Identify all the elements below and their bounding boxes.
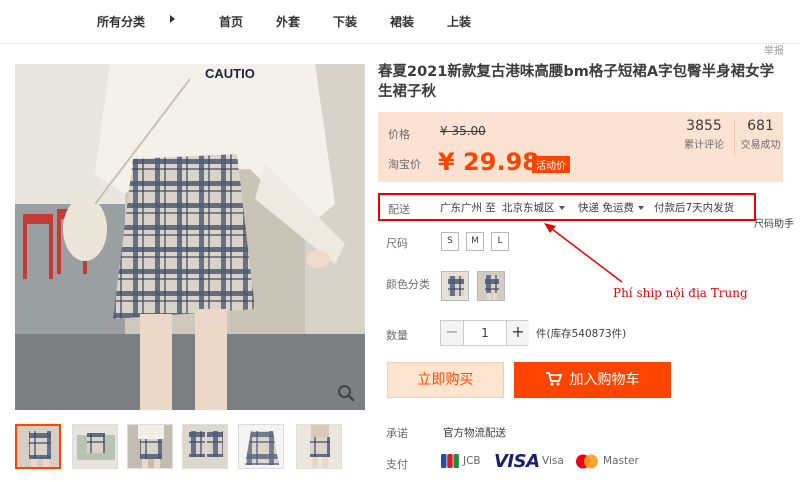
jcb-logo-icon [441, 454, 459, 468]
stock-text: 件(库存540873件) [536, 328, 627, 340]
deals-label: 交易成功 [740, 140, 781, 151]
price-label: 价格 [388, 128, 410, 141]
thumbnail-image [128, 425, 172, 468]
quantity-label: 数量 [386, 329, 408, 342]
thumbnail-image [183, 425, 227, 468]
price-panel: 价格 ¥ 35.00 淘宝价 ¥ 29.98 活动价 3855 累计评论 681… [378, 112, 783, 182]
color-swatch-beige-plaid[interactable] [441, 271, 469, 301]
reviews-label: 累计评论 [684, 140, 724, 151]
thumbnail-3[interactable] [127, 424, 173, 469]
shirt-print-text: CAUTIO [205, 66, 255, 81]
chevron-down-icon [558, 206, 565, 210]
cart-icon [545, 371, 562, 385]
product-photo: CAUTIO [15, 64, 365, 410]
promise-value: 官方物流配送 [443, 427, 506, 439]
payment-visa: Visa [542, 455, 564, 467]
current-price: ¥ 29.98 [438, 148, 539, 176]
swatch-image [478, 272, 504, 300]
main-product-image[interactable]: CAUTIO [15, 64, 365, 410]
shipping-method: 快递 免运费 [578, 202, 634, 214]
promo-badge: 活动价 [532, 156, 570, 173]
buy-now-label: 立即购买 [417, 372, 474, 388]
original-price: ¥ 35.00 [440, 124, 486, 138]
nav-item-home[interactable]: 首页 [219, 13, 243, 30]
shipping-method-select[interactable]: 快递 免运费 [578, 200, 644, 215]
swatch-image [442, 272, 468, 300]
shipping-destination: 北京东城区 [502, 202, 555, 214]
reviews-stat[interactable]: 3855 累计评论 [676, 118, 732, 151]
quantity-input[interactable] [463, 321, 507, 345]
buy-now-button[interactable]: 立即购买 [387, 362, 504, 398]
annotation-arrow-icon [544, 223, 623, 283]
thumbnail-4[interactable] [182, 424, 228, 469]
thumbnail-image [297, 425, 341, 468]
zoom-icon[interactable] [337, 384, 355, 402]
quantity-stepper: − + [440, 320, 529, 346]
color-label: 颜色分类 [386, 278, 430, 291]
nav-all-categories[interactable]: 所有分类 [97, 13, 145, 30]
shipping-label: 配送 [388, 203, 410, 216]
top-navigation: 所有分类 首页 外套 下装 裙装 上装 [0, 0, 800, 44]
report-link[interactable]: 举报 [764, 42, 784, 57]
promise-label: 承诺 [386, 427, 408, 440]
annotation-text: Phí ship nội địa Trung [613, 286, 748, 300]
thumbnail-image [17, 426, 59, 467]
dispatch-time: 付款后7天内发货 [654, 202, 735, 214]
add-to-cart-label: 加入购物车 [569, 372, 640, 388]
color-swatch-gray-plaid[interactable] [477, 271, 505, 301]
chevron-down-icon [637, 206, 644, 210]
thumbnail-2[interactable] [72, 424, 118, 469]
size-label: 尺码 [386, 237, 408, 250]
thumbnail-6[interactable] [296, 424, 342, 469]
payment-jcb: JCB [463, 455, 481, 467]
size-helper-link[interactable]: 尺码助手 [754, 215, 794, 230]
deals-stat[interactable]: 681 交易成功 [738, 118, 783, 151]
thumbnail-1[interactable] [15, 424, 61, 469]
reviews-count: 3855 [686, 118, 722, 134]
payment-label: 支付 [386, 458, 408, 471]
shipping-row: 配送 广东广州 至 北京东城区 快递 免运费 付款后7天内发货 [378, 193, 756, 221]
nav-item-coats[interactable]: 外套 [276, 13, 300, 30]
thumbnail-image [239, 425, 283, 468]
stat-divider [734, 120, 735, 156]
chevron-right-icon [170, 15, 175, 23]
nav-item-bottoms[interactable]: 下装 [333, 13, 357, 30]
nav-item-tops[interactable]: 上装 [447, 13, 471, 30]
thumbnail-5[interactable] [238, 424, 284, 469]
payment-master: Master [603, 455, 639, 467]
thumbnail-image [73, 425, 117, 468]
shipping-origin: 广东广州 至 [440, 202, 496, 214]
quantity-increase-button[interactable]: + [507, 321, 529, 345]
mastercard-logo-icon [576, 454, 598, 469]
quantity-decrease-button[interactable]: − [441, 321, 463, 345]
add-to-cart-button[interactable]: 加入购物车 [514, 362, 671, 398]
visa-logo: VISA [494, 451, 540, 472]
taobao-price-label: 淘宝价 [388, 158, 421, 171]
size-option-m[interactable]: M [466, 232, 484, 251]
size-option-l[interactable]: L [491, 232, 509, 251]
product-title: 春夏2021新款复古港味高腰bm格子短裙A字包臀半身裙女学生裙子秋 [378, 64, 775, 100]
deals-count: 681 [747, 118, 774, 134]
shipping-destination-select[interactable]: 北京东城区 [502, 200, 565, 215]
size-option-s[interactable]: S [441, 232, 459, 251]
nav-item-dresses[interactable]: 裙装 [390, 13, 414, 30]
